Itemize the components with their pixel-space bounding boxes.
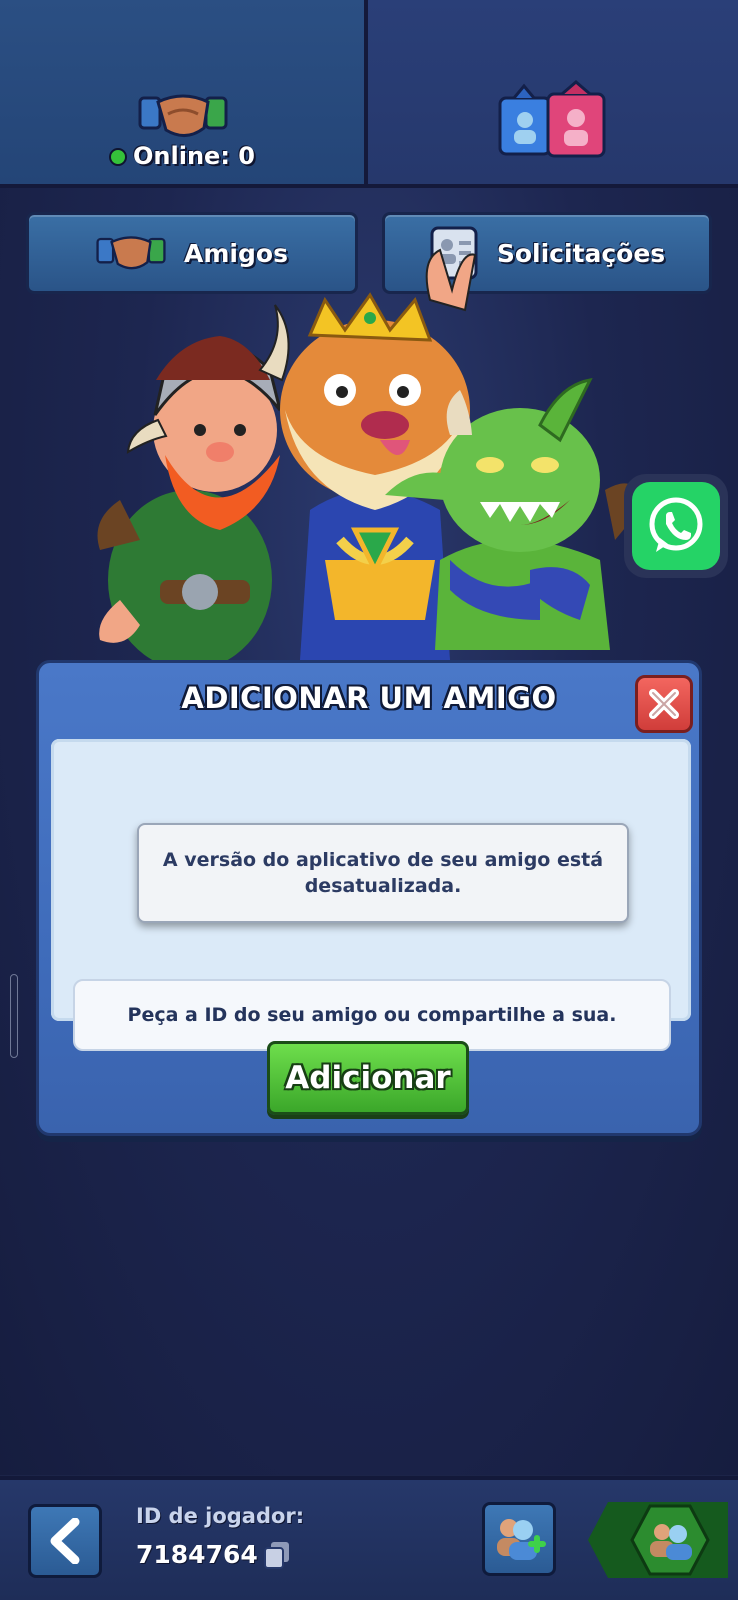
whatsapp-share-button[interactable] <box>624 474 728 578</box>
viking-character <box>97 304 290 670</box>
add-friend-icon <box>497 1519 546 1560</box>
player-id-value: 7184764 <box>136 1540 258 1569</box>
close-icon <box>649 689 679 719</box>
handshake-icon <box>138 94 228 137</box>
add-friend-dialog: ADICIONAR UM AMIGO 7198487 A versão do a… <box>36 660 702 1136</box>
dialog-panel: 7198487 A versão do aplicativo de seu am… <box>51 739 691 1051</box>
whatsapp-icon <box>649 497 703 552</box>
dialog-title: ADICIONAR UM AMIGO <box>181 681 557 715</box>
gift-friends-icon <box>498 80 606 158</box>
characters-illustration <box>97 248 640 670</box>
side-handle[interactable] <box>10 974 18 1058</box>
tab-gifts[interactable] <box>368 0 738 188</box>
online-count-label: Online: 0 <box>133 142 255 170</box>
back-arrow-icon <box>50 1518 80 1564</box>
player-id-label: ID de jogador: <box>136 1504 305 1528</box>
add-button[interactable]: Adicionar <box>267 1041 469 1115</box>
add-friend-button[interactable] <box>482 1502 556 1576</box>
copy-icon[interactable] <box>262 1540 292 1570</box>
back-button[interactable] <box>28 1504 102 1578</box>
online-status: Online: 0 <box>0 142 364 170</box>
tab-friends[interactable]: Online: 0 <box>0 0 368 188</box>
friends-group-button[interactable] <box>578 1498 728 1582</box>
close-button[interactable] <box>635 675 693 733</box>
outdated-version-toast: A versão do aplicativo de seu amigo está… <box>137 823 629 923</box>
online-dot-icon <box>109 148 128 166</box>
bottom-bar: ID de jogador: 7184764 <box>0 1476 738 1600</box>
top-tabs: Online: 0 <box>0 0 738 188</box>
